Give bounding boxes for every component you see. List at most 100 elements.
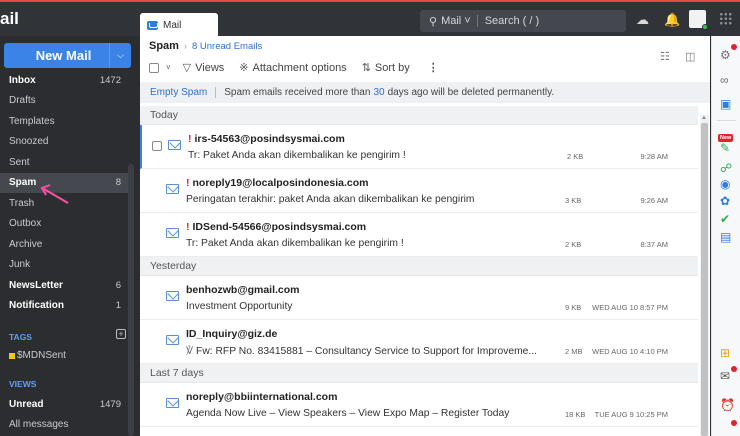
new-mail-dropdown[interactable]: ⌵: [109, 43, 131, 68]
notes-icon[interactable]: ✎: [720, 141, 730, 155]
alarm-icon[interactable]: ⏰: [720, 398, 735, 412]
search-icon: ⚲: [429, 15, 438, 28]
integrations-icon[interactable]: ✿: [720, 194, 730, 208]
bookmarks-icon[interactable]: ▤: [720, 230, 731, 244]
chat-icon[interactable]: ✉: [720, 369, 730, 383]
pointer-arrow-icon: [40, 184, 69, 204]
search-scope-dropdown[interactable]: Mail ˅: [441, 15, 471, 27]
table-row[interactable]: benhozwb@gmail.com Investment Opportunit…: [140, 276, 698, 320]
sidebar-scrollbar[interactable]: [128, 164, 134, 436]
group-header-last-7-days: Last 7 days: [140, 364, 698, 383]
tags-heading: TAGS: [9, 332, 32, 342]
sidebar-item-newsletter[interactable]: NewsLetter 6: [0, 275, 128, 296]
sidebar-item-outbox[interactable]: Outbox: [0, 214, 128, 235]
priority-flag-icon: !: [186, 221, 190, 233]
table-row[interactable]: ! irs-54563@posindsysmai.com Tr: Paket An…: [140, 125, 698, 169]
app-grid-icon[interactable]: [719, 12, 732, 25]
message-size: 3 KB: [565, 196, 582, 205]
calendar-icon[interactable]: ▣: [720, 97, 731, 111]
reading-pane-icon[interactable]: ◫: [685, 50, 695, 63]
add-tag-button[interactable]: +: [116, 329, 126, 339]
row-checkbox[interactable]: [152, 141, 162, 151]
subject: Tr: Paket Anda akan dikembalikan ke peng…: [186, 238, 404, 249]
list-toolbar: ˅ ▽ Views ※ Attachment options ⇅ Sort by ⋮: [149, 61, 439, 74]
left-sidebar: New Mail ⌵ Inbox 1472 Drafts Templates Sn…: [0, 36, 138, 436]
new-mail-button[interactable]: New Mail ⌵: [4, 43, 131, 68]
message-list: Today ! irs-54563@posindsysmai.com Tr: Pa…: [140, 106, 698, 427]
settings-gear-icon[interactable]: ⚙: [720, 48, 731, 62]
more-options-icon[interactable]: ⋮: [428, 61, 439, 74]
select-all-checkbox[interactable]: [149, 62, 159, 73]
sender: ID_Inquiry@giz.de: [186, 328, 278, 340]
sidebar-item-sent[interactable]: Sent: [0, 152, 128, 173]
envelope-icon: [166, 228, 179, 238]
views-button[interactable]: ▽ Views: [182, 61, 225, 75]
tag-label: $MDNSent: [17, 350, 66, 361]
scrollbar-thumb[interactable]: [701, 123, 708, 436]
online-status-dot: [702, 24, 708, 30]
sidebar-item-archive[interactable]: Archive: [0, 234, 128, 255]
sidebar-item-templates[interactable]: Templates: [0, 111, 128, 132]
message-time: 9:28 AM: [640, 152, 668, 161]
attachment-options-button[interactable]: ※ Attachment options: [239, 61, 346, 75]
subject: Tr: Paket Anda akan dikembalikan ke peng…: [188, 150, 406, 161]
layout-toggle-icon[interactable]: ☷: [660, 50, 670, 63]
subject: Agenda Now Live – View Speakers – View E…: [186, 408, 510, 419]
notice-divider: [215, 87, 217, 98]
message-size: 18 KB: [565, 410, 586, 419]
breadcrumb: Spam › 8 Unread Emails: [149, 40, 262, 52]
checkmark-icon[interactable]: ✔: [720, 212, 730, 226]
cloud-sync-icon[interactable]: ☁: [636, 12, 649, 28]
view-item-unread[interactable]: Unread 1479: [0, 394, 128, 415]
envelope-icon: [166, 184, 179, 194]
subject: Peringatan terakhir: paket Anda akan dik…: [186, 194, 475, 205]
sidebar-item-inbox[interactable]: Inbox 1472: [0, 70, 128, 91]
sidebar-item-drafts[interactable]: Drafts: [0, 91, 128, 112]
bottom-notification-dot: [731, 420, 737, 426]
filter-icon: ▽: [182, 62, 192, 74]
bell-icon[interactable]: 🔔: [664, 12, 680, 28]
retention-days-link[interactable]: 30: [373, 87, 384, 98]
unread-count-link[interactable]: 8 Unread Emails: [192, 41, 262, 52]
streams-icon[interactable]: ∞: [720, 73, 729, 87]
spam-retention-notice: Empty Spam Spam emails received more tha…: [140, 82, 710, 103]
priority-flag-icon: !: [188, 133, 192, 145]
mail-icon: [147, 21, 158, 30]
new-mail-label: New Mail: [35, 48, 92, 63]
contacts-icon[interactable]: ◉: [720, 177, 730, 191]
add-widget-icon[interactable]: ⊞: [720, 346, 730, 360]
message-time: WED AUG 10 8:57 PM: [592, 303, 668, 312]
sender: ! IDSend-54566@posindsysmai.com: [186, 221, 367, 233]
breadcrumb-separator: ›: [183, 41, 187, 51]
table-row[interactable]: noreply@bbiinternational.com Agenda Now …: [140, 383, 698, 427]
message-time: WED AUG 10 4:10 PM: [592, 347, 668, 356]
sidebar-item-notification[interactable]: Notification 1: [0, 296, 128, 317]
tasks-icon[interactable]: ☍: [720, 161, 732, 175]
message-time: TUE AUG 9 10:25 PM: [594, 410, 668, 419]
top-bar: ail Mail ⚲ Mail ˅ Search ( / ) ☁ 🔔: [0, 0, 740, 38]
sidebar-item-junk[interactable]: Junk: [0, 255, 128, 276]
priority-flag-icon: !: [186, 177, 190, 189]
empty-spam-link[interactable]: Empty Spam: [150, 87, 207, 98]
mail-list-panel: Spam › 8 Unread Emails ˅ ▽ Views ※ Attachm…: [140, 36, 710, 436]
envelope-icon: [166, 398, 179, 408]
table-row[interactable]: ! IDSend-54566@posindsysmai.com Tr: Paket…: [140, 213, 698, 257]
scroll-up-arrow-icon[interactable]: ▲: [701, 115, 707, 121]
table-row[interactable]: ID_Inquiry@giz.de ℣ Fw: RFP No. 83415881 …: [140, 320, 698, 364]
search-bar[interactable]: ⚲ Mail ˅ Search ( / ): [420, 10, 626, 32]
chat-notification-dot: [731, 366, 737, 372]
select-options-chevron-icon[interactable]: ˅: [166, 63, 171, 72]
message-list-scrollbar[interactable]: ▲: [700, 115, 709, 436]
table-row[interactable]: ! noreply19@localposindonesia.com Peringa…: [140, 169, 698, 213]
tab-mail[interactable]: Mail: [140, 13, 218, 38]
notice-text-before: Spam emails received more than: [224, 87, 371, 98]
sidebar-item-snoozed[interactable]: Snoozed: [0, 132, 128, 153]
sort-by-button[interactable]: ⇅ Sort by: [362, 61, 410, 75]
view-item-all-messages[interactable]: All messages: [0, 415, 128, 436]
group-header-yesterday: Yesterday: [140, 257, 698, 276]
tag-item-mdnsent[interactable]: $MDNSent: [9, 350, 66, 361]
views-list: Unread 1479 All messages: [0, 394, 128, 435]
sender: ! noreply19@localposindonesia.com: [186, 177, 369, 189]
subject: Investment Opportunity: [186, 301, 293, 312]
search-input[interactable]: Search ( / ): [485, 15, 539, 27]
